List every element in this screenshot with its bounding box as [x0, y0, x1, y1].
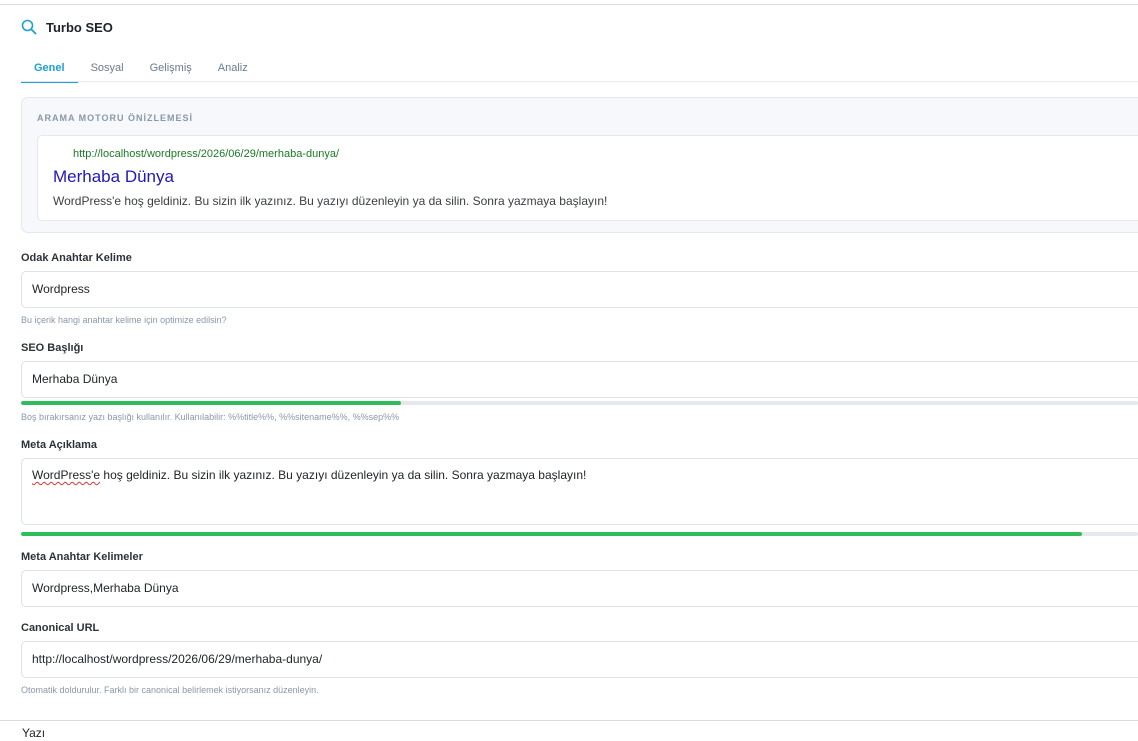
- post-section-label: Yazı: [22, 726, 46, 740]
- preview-description: WordPress'e hoş geldiniz. Bu sizin ilk y…: [53, 194, 608, 208]
- canonical-url-hint: Otomatik doldurulur. Farklı bir canonica…: [21, 685, 319, 695]
- focus-keyword-input[interactable]: Wordpress: [21, 271, 1138, 308]
- meta-description-text: hoş geldiniz. Bu sizin ilk yazınız. Bu y…: [100, 468, 587, 482]
- meta-description-label: Meta Açıklama: [21, 439, 98, 451]
- canonical-url-input[interactable]: http://localhost/wordpress/2026/06/29/me…: [21, 641, 1138, 678]
- seo-title-input[interactable]: Merhaba Dünya: [21, 361, 1138, 398]
- search-icon: [21, 19, 37, 35]
- tab-sosyal[interactable]: Sosyal: [78, 58, 137, 82]
- top-divider: [0, 4, 1138, 5]
- search-preview-panel: ARAMA MOTORU ÖNİZLEMESİ http://localhost…: [21, 97, 1138, 233]
- bottom-divider: [0, 720, 1138, 721]
- preview-title: Merhaba Dünya: [53, 167, 174, 186]
- seo-title-length-fill: [21, 401, 401, 405]
- tab-analiz[interactable]: Analiz: [205, 58, 261, 82]
- metabox-header: Turbo SEO: [21, 17, 113, 37]
- seo-title-hint: Boş bırakırsanız yazı başlığı kullanılır…: [21, 412, 400, 422]
- metabox-title: Turbo SEO: [46, 19, 113, 35]
- meta-keywords-label: Meta Anahtar Kelimeler: [21, 551, 143, 563]
- seo-title-label: SEO Başlığı: [21, 342, 84, 354]
- meta-description-textarea[interactable]: WordPress'e hoş geldiniz. Bu sizin ilk y…: [21, 458, 1138, 525]
- meta-description-length-fill: [21, 532, 1083, 536]
- focus-keyword-hint: Bu içerik hangi anahtar kelime için opti…: [21, 315, 227, 325]
- seo-title-length-bar: [21, 401, 1138, 405]
- search-result-card: http://localhost/wordpress/2026/06/29/me…: [37, 135, 1138, 221]
- meta-description-length-bar: [21, 532, 1138, 536]
- tab-divider: [21, 81, 1138, 82]
- canonical-url-label: Canonical URL: [21, 622, 100, 634]
- tab-gelismis[interactable]: Gelişmiş: [137, 58, 205, 82]
- misspelled-word: WordPress'e: [32, 468, 101, 482]
- tab-genel[interactable]: Genel: [21, 58, 78, 83]
- preview-url: http://localhost/wordpress/2026/06/29/me…: [73, 148, 339, 160]
- tab-bar: Genel Sosyal Gelişmiş Analiz: [21, 58, 261, 83]
- focus-keyword-label: Odak Anahtar Kelime: [21, 252, 132, 264]
- meta-keywords-input[interactable]: Wordpress,Merhaba Dünya: [21, 570, 1138, 607]
- search-preview-label: ARAMA MOTORU ÖNİZLEMESİ: [37, 113, 193, 123]
